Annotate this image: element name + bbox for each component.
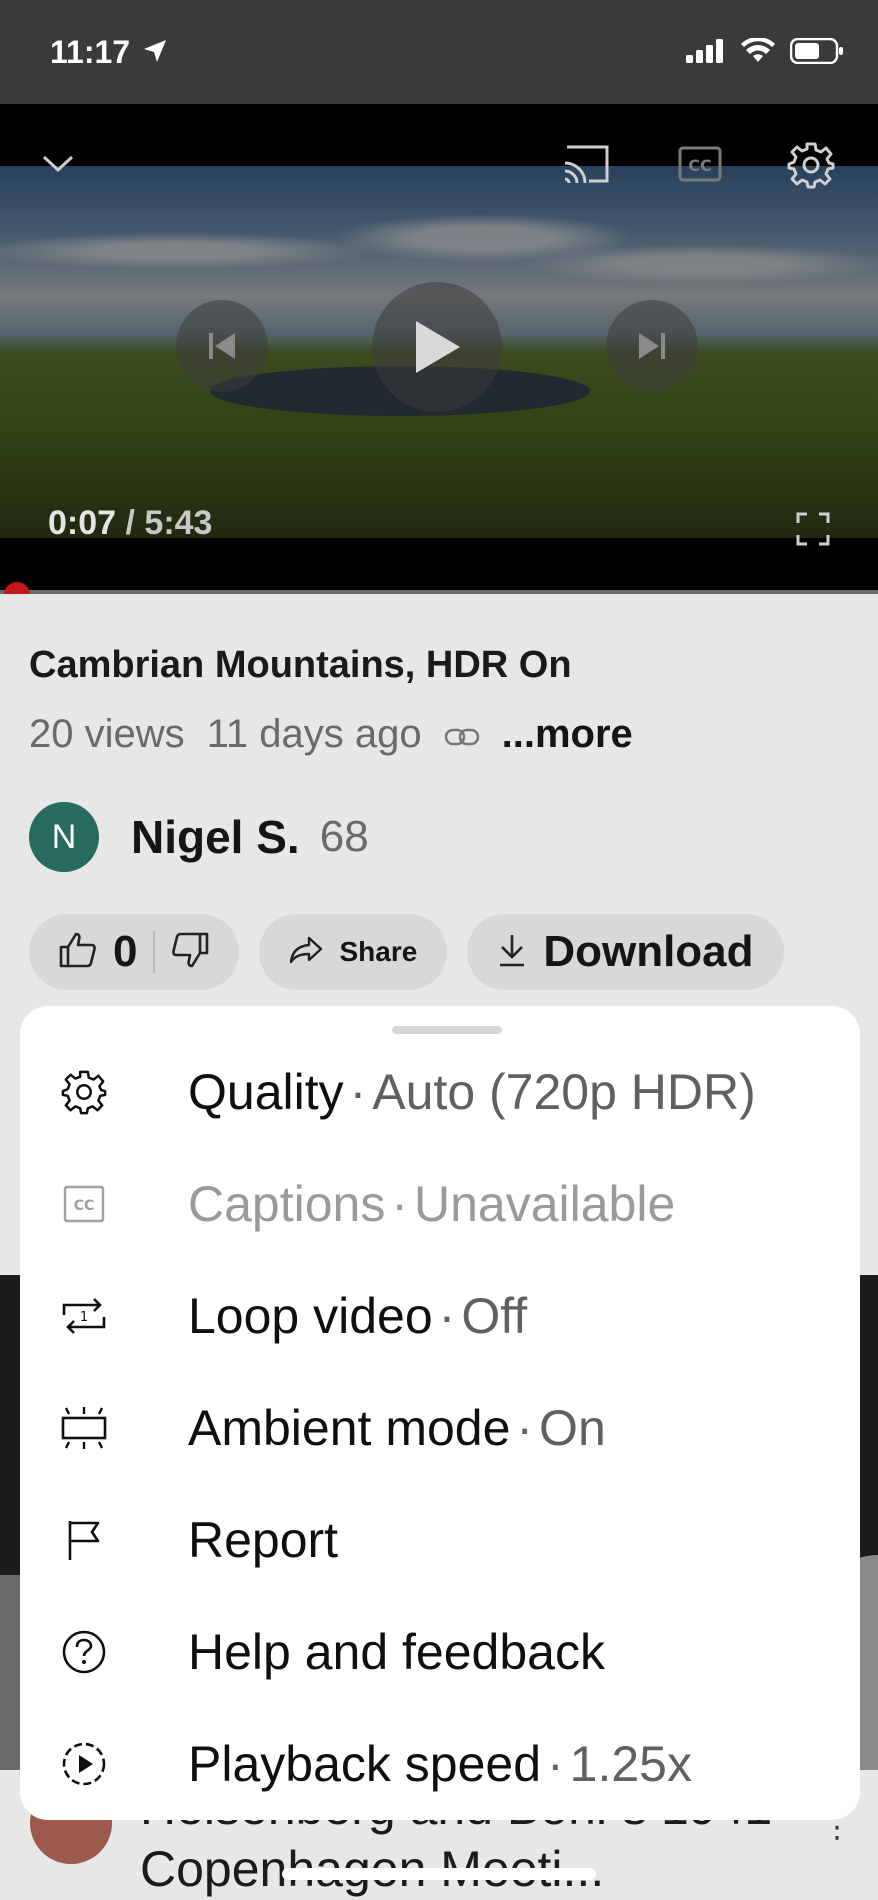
video-player[interactable]: CC 0:07 / 5:43 (0, 104, 878, 594)
location-arrow-icon (142, 38, 168, 69)
channel-avatar[interactable]: N (29, 802, 99, 872)
video-meta[interactable]: 20 views 11 days ago ...more (29, 712, 633, 757)
current-time: 0:07 (48, 504, 117, 542)
ambient-icon (58, 1402, 110, 1454)
link-icon (444, 712, 480, 757)
menu-label-report: Report (188, 1512, 339, 1568)
menu-value-quality: Auto (720p HDR) (372, 1064, 756, 1120)
like-dislike-pill: 0 (29, 914, 240, 990)
battery-icon (789, 37, 844, 69)
upload-age: 11 days ago (206, 712, 422, 756)
loop-icon: 1 (58, 1290, 110, 1342)
action-bar: 0 Share Download (29, 914, 784, 990)
cast-icon[interactable] (560, 142, 614, 186)
captions-icon[interactable]: CC (676, 144, 724, 184)
menu-label-help: Help and feedback (188, 1624, 605, 1680)
collapse-chevron-icon[interactable] (38, 144, 78, 184)
gear-icon (58, 1066, 110, 1118)
download-label: Download (543, 927, 754, 976)
thumbs-up-icon[interactable] (59, 932, 97, 973)
like-count: 0 (113, 927, 138, 976)
status-bar: 11:17 (0, 0, 878, 104)
help-icon (58, 1626, 110, 1678)
captions-icon: CC (58, 1178, 110, 1230)
speed-icon (58, 1738, 110, 1790)
menu-label-speed: Playback speed (188, 1736, 542, 1792)
status-time: 11:17 (50, 34, 131, 70)
menu-item-report[interactable]: Report (20, 1490, 860, 1590)
previous-button[interactable] (176, 300, 268, 392)
menu-item-ambient-mode[interactable]: Ambient mode · On (20, 1378, 860, 1478)
play-button[interactable] (372, 282, 502, 412)
menu-item-help-feedback[interactable]: Help and feedback (20, 1602, 860, 1702)
svg-text:CC: CC (74, 1198, 95, 1214)
share-label: Share (339, 936, 418, 967)
download-icon (497, 933, 527, 972)
view-count: 20 views (29, 712, 185, 756)
download-button[interactable]: Download (467, 914, 784, 990)
duration: / 5:43 (125, 504, 213, 542)
time-display: 0:07 / 5:43 (48, 504, 212, 543)
menu-value-captions: Unavailable (414, 1176, 676, 1232)
settings-gear-icon[interactable] (786, 140, 836, 190)
cellular-signal-icon (686, 39, 726, 68)
menu-value-speed: 1.25x (569, 1736, 692, 1792)
menu-item-captions: CC Captions · Unavailable (20, 1154, 860, 1254)
share-button[interactable]: Share (259, 914, 448, 990)
flag-icon (58, 1514, 110, 1566)
menu-item-playback-speed[interactable]: Playback speed · 1.25x (20, 1714, 860, 1814)
more-link[interactable]: ...more (502, 712, 633, 757)
channel-name[interactable]: Nigel S. (131, 810, 300, 864)
video-title: Cambrian Mountains, HDR On (29, 644, 572, 686)
menu-label-ambient: Ambient mode (188, 1400, 511, 1456)
channel-row[interactable]: N Nigel S. 68 (29, 802, 369, 872)
svg-text:CC: CC (688, 156, 711, 175)
share-arrow-icon (289, 936, 323, 969)
settings-sheet: Quality · Auto (720p HDR) CC Captions · Unav… (20, 1006, 860, 1820)
menu-item-quality[interactable]: Quality · Auto (720p HDR) (20, 1042, 860, 1142)
subscriber-count: 68 (319, 812, 369, 861)
menu-label-captions: Captions (188, 1176, 386, 1232)
fullscreen-icon[interactable] (794, 510, 832, 548)
menu-label-quality: Quality (188, 1064, 344, 1120)
thumbs-down-icon[interactable] (171, 932, 209, 973)
sheet-drag-handle[interactable] (392, 1026, 502, 1034)
menu-value-loop: Off (461, 1288, 528, 1344)
next-button[interactable] (606, 300, 698, 392)
menu-value-ambient: On (539, 1400, 606, 1456)
menu-label-loop: Loop video (188, 1288, 433, 1344)
wifi-icon (740, 36, 776, 69)
home-indicator (282, 1868, 596, 1880)
menu-item-loop-video[interactable]: 1 Loop video · Off (20, 1266, 860, 1366)
svg-text:1: 1 (80, 1310, 88, 1325)
